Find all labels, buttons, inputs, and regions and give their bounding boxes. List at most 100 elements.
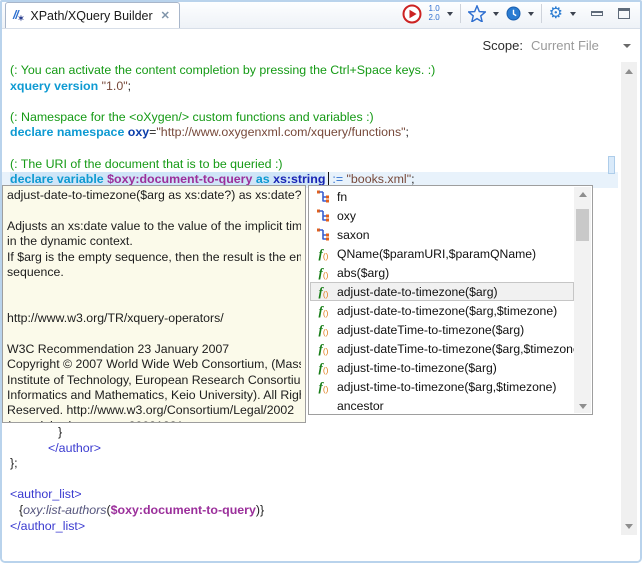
completion-item[interactable]: ancestor [310,396,574,413]
completion-item-label: saxon [337,228,370,242]
namespace-icon [316,190,331,203]
code-token: declare namespace [10,125,128,139]
scroll-up-icon[interactable] [574,187,591,201]
code-line: {oxy:list-authors($oxy:document-to-query… [2,503,618,519]
scope-select[interactable]: Current File [531,38,615,53]
code-line [2,94,618,110]
completion-item-label: oxy [337,209,356,223]
completion-item[interactable]: f() adjust-dateTime-to-timezone($arg) [310,320,574,339]
xquery-editor[interactable]: (: You can activate the content completi… [2,62,640,561]
tooltip-line: Adjusts an xs:date value to the value of… [7,219,301,234]
code-token: oxy:list-authors [23,503,106,517]
namespace-icon [316,209,331,222]
namespace-icon [317,209,330,222]
tooltip-line: /copyright-documents-20021231 [7,419,301,423]
function-icon: f() [316,246,331,262]
completion-item-label: adjust-dateTime-to-timezone($arg) [337,323,524,337]
code-line: }; [2,456,618,472]
xpath-version-label[interactable]: 1.0 2.0 [429,5,440,22]
code-token: "1.0" [102,79,128,93]
code-token: }; [10,456,18,470]
completion-item[interactable]: f() adjust-date-to-timezone($arg,$timezon… [310,301,574,320]
code-token: (: Namespace for the <oXygen/> custom fu… [10,110,374,124]
version-2-0: 2.0 [429,14,440,23]
tooltip-line [7,327,301,342]
function-icon: f() [316,379,331,395]
editor-scrollbar[interactable] [621,62,637,535]
scroll-down-icon[interactable] [574,399,591,413]
annotation-marker[interactable] [608,156,615,174]
function-icon: f() [318,379,328,395]
code-line: } [2,425,618,441]
function-icon: f() [316,303,331,319]
xpath-xquery-builder-view: //✶ XPath/XQuery Builder ✕ 1.0 2.0 ⚙ [0,0,642,563]
scope-row: Scope: Current File [2,29,640,62]
tooltip-line: Informatics and Mathematics, Keio Univer… [7,388,301,403]
tooltip-line: If $arg is the empty sequence, then the … [7,250,301,265]
code-token: (: The URI of the document that is to be… [10,157,283,171]
function-doc-tooltip: adjust-date-to-timezone($arg as xs:date?… [2,185,306,423]
completion-item[interactable]: f() adjust-date-to-timezone($arg) [310,282,574,301]
code-token: <author_list> [10,487,82,501]
function-icon: f() [318,303,328,319]
tab-bar: //✶ XPath/XQuery Builder ✕ 1.0 2.0 ⚙ [2,2,640,29]
code-line: </author> [2,441,618,457]
tooltip-line: Reserved. http://www.w3.org/Consortium/L… [7,403,301,418]
run-icon[interactable] [402,4,422,24]
scroll-down-icon[interactable] [621,519,637,533]
code-token: } [260,503,264,517]
minimize-icon[interactable] [591,11,603,16]
history-clock-icon[interactable] [506,6,521,21]
history-dropdown-icon[interactable] [528,12,534,16]
completion-item[interactable]: f()adjust-dateTime-to-timezone($arg,$tim… [310,339,574,358]
tooltip-line: Institute of Technology, European Resear… [7,373,301,388]
completion-item[interactable]: f()adjust-time-to-timezone($arg,$timezon… [310,377,574,396]
completion-item-label: adjust-time-to-timezone($arg) [337,361,497,375]
code-line: (: You can activate the content completi… [2,63,618,79]
function-icon: f() [316,284,331,300]
settings-dropdown-icon[interactable] [570,12,576,16]
tooltip-line: Copyright © 2007 World Wide Web Consorti… [7,357,301,372]
tooltip-line [7,203,301,218]
text-caret [328,172,329,185]
code-token: </author> [48,441,101,455]
namespace-icon [317,228,330,241]
completion-list: fn oxy saxon f()QName($paramURI,$paramQName… [310,187,574,413]
function-icon: f() [318,246,328,262]
maximize-icon[interactable] [618,8,630,19]
code-line [2,472,618,488]
code-line: declare namespace oxy="http://www.oxygen… [2,125,618,141]
completion-item-label: adjust-date-to-timezone($arg) [337,285,498,299]
scope-label: Scope: [483,38,523,53]
favorites-dropdown-icon[interactable] [493,12,499,16]
namespace-icon [316,228,331,241]
completion-item[interactable]: f() adjust-time-to-timezone($arg) [310,358,574,377]
scrollbar-thumb[interactable] [576,209,589,241]
scroll-up-icon[interactable] [621,64,637,78]
favorites-star-icon[interactable] [468,5,486,22]
scope-dropdown-icon[interactable] [623,44,631,48]
completion-item[interactable]: f()QName($paramURI,$paramQName) [310,244,574,263]
function-icon: f() [318,341,328,357]
completion-scrollbar[interactable] [574,187,591,413]
tooltip-line: in the dynamic context. [7,234,301,249]
version-dropdown-icon[interactable] [447,12,453,16]
completion-item[interactable]: fn [310,187,574,206]
completion-item[interactable]: f()abs($arg) [310,263,574,282]
tooltip-line: http://www.w3.org/TR/xquery-operators/ [7,311,301,326]
code-token: oxy [128,125,149,139]
code-token: ; [406,125,409,139]
completion-item-label: ancestor [337,399,384,413]
settings-gear-icon[interactable]: ⚙ [549,6,563,22]
function-icon: f() [318,360,328,376]
close-icon[interactable]: ✕ [161,9,170,22]
completion-item[interactable]: saxon [310,225,574,244]
editor-top-lines: (: You can activate the content completi… [2,63,618,188]
tab-xpath-xquery-builder[interactable]: //✶ XPath/XQuery Builder ✕ [5,2,180,28]
completion-item[interactable]: oxy [310,206,574,225]
editor-bottom-lines: }</author>}; <author_list>{oxy:list-auth… [2,425,618,534]
function-icon: f() [318,284,328,300]
function-icon: f() [318,322,328,338]
completion-item-label: adjust-date-to-timezone($arg,$timezone) [337,304,557,318]
tooltip-line: adjust-date-to-timezone($arg as xs:date?… [7,188,301,203]
